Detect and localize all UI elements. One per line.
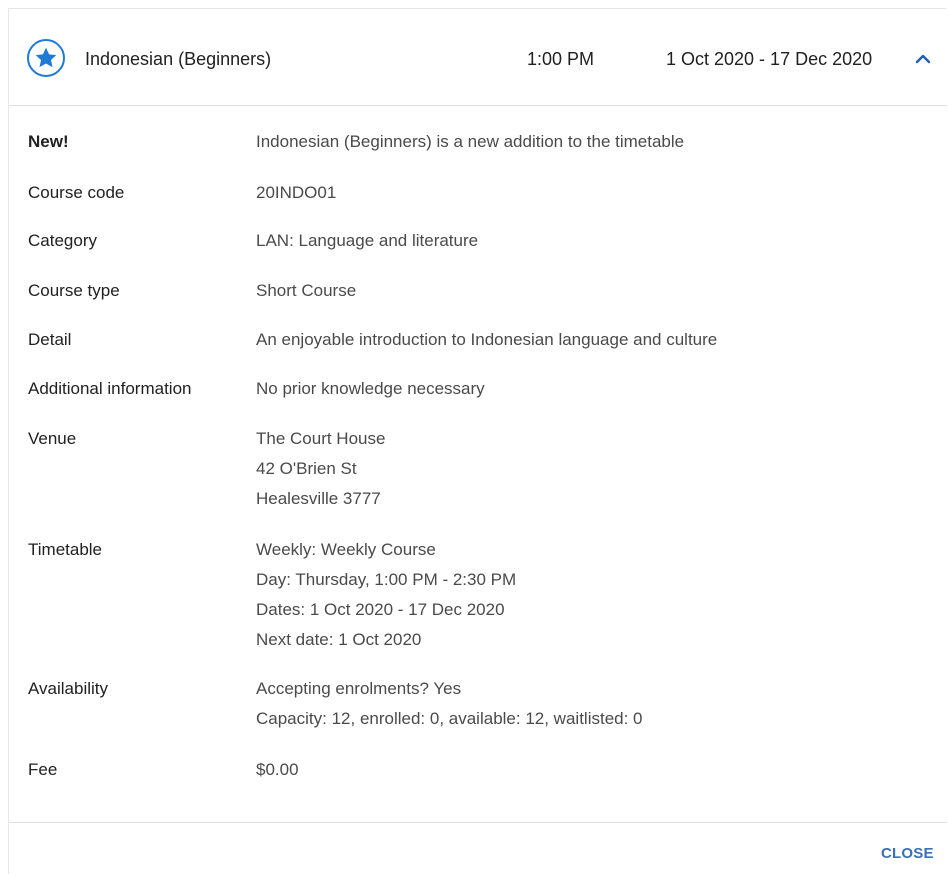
- venue-line: The Court House: [256, 429, 386, 448]
- detail-label: Detail: [28, 330, 72, 349]
- timetable-line: Weekly: Weekly Course: [256, 540, 436, 559]
- additional-information-value: No prior knowledge necessary: [256, 379, 485, 398]
- timetable-line: Dates: 1 Oct 2020 - 17 Dec 2020: [256, 600, 505, 619]
- chevron-up-icon[interactable]: [911, 49, 935, 69]
- timetable-label: Timetable: [28, 540, 103, 559]
- category-value: LAN: Language and literature: [256, 231, 479, 250]
- fee-label: Fee: [28, 760, 58, 779]
- timetable-line: Next date: 1 Oct 2020: [256, 630, 422, 649]
- venue-value: The Court House 42 O'Brien St Healesvill…: [256, 429, 385, 519]
- close-button[interactable]: CLOSE: [881, 845, 934, 862]
- course-code-label: Course code: [28, 183, 125, 202]
- course-detail-panel: Indonesian (Beginners) 1:00 PM 1 Oct 202…: [8, 8, 947, 874]
- course-dates: 1 Oct 2020 - 17 Dec 2020: [666, 49, 873, 69]
- course-code-value: 20INDO01: [256, 183, 337, 202]
- detail-value: An enjoyable introduction to Indonesian …: [256, 330, 718, 349]
- new-value: Indonesian (Beginners) is a new addition…: [256, 132, 685, 151]
- course-type-label: Course type: [28, 281, 120, 300]
- availability-line: Capacity: 12, enrolled: 0, available: 12…: [256, 709, 643, 728]
- timetable-value: Weekly: Weekly Course Day: Thursday, 1:0…: [256, 540, 516, 660]
- new-label: New!: [28, 132, 69, 151]
- timetable-line: Day: Thursday, 1:00 PM - 2:30 PM: [256, 570, 517, 589]
- additional-information-label: Additional information: [28, 379, 192, 398]
- course-title: Indonesian (Beginners): [85, 49, 272, 69]
- venue-label: Venue: [28, 429, 77, 448]
- category-label: Category: [28, 231, 97, 250]
- course-time: 1:00 PM: [527, 49, 595, 69]
- course-type-value: Short Course: [256, 281, 357, 300]
- fee-value: $0.00: [256, 760, 299, 779]
- availability-line: Accepting enrolments? Yes: [256, 679, 462, 698]
- venue-line: 42 O'Brien St: [256, 459, 357, 478]
- course-header[interactable]: Indonesian (Beginners) 1:00 PM 1 Oct 202…: [9, 9, 947, 106]
- footer-divider: [9, 822, 947, 823]
- star-icon: [27, 39, 65, 77]
- availability-label: Availability: [28, 679, 109, 698]
- venue-line: Healesville 3777: [256, 489, 381, 508]
- availability-value: Accepting enrolments? Yes Capacity: 12, …: [256, 679, 643, 739]
